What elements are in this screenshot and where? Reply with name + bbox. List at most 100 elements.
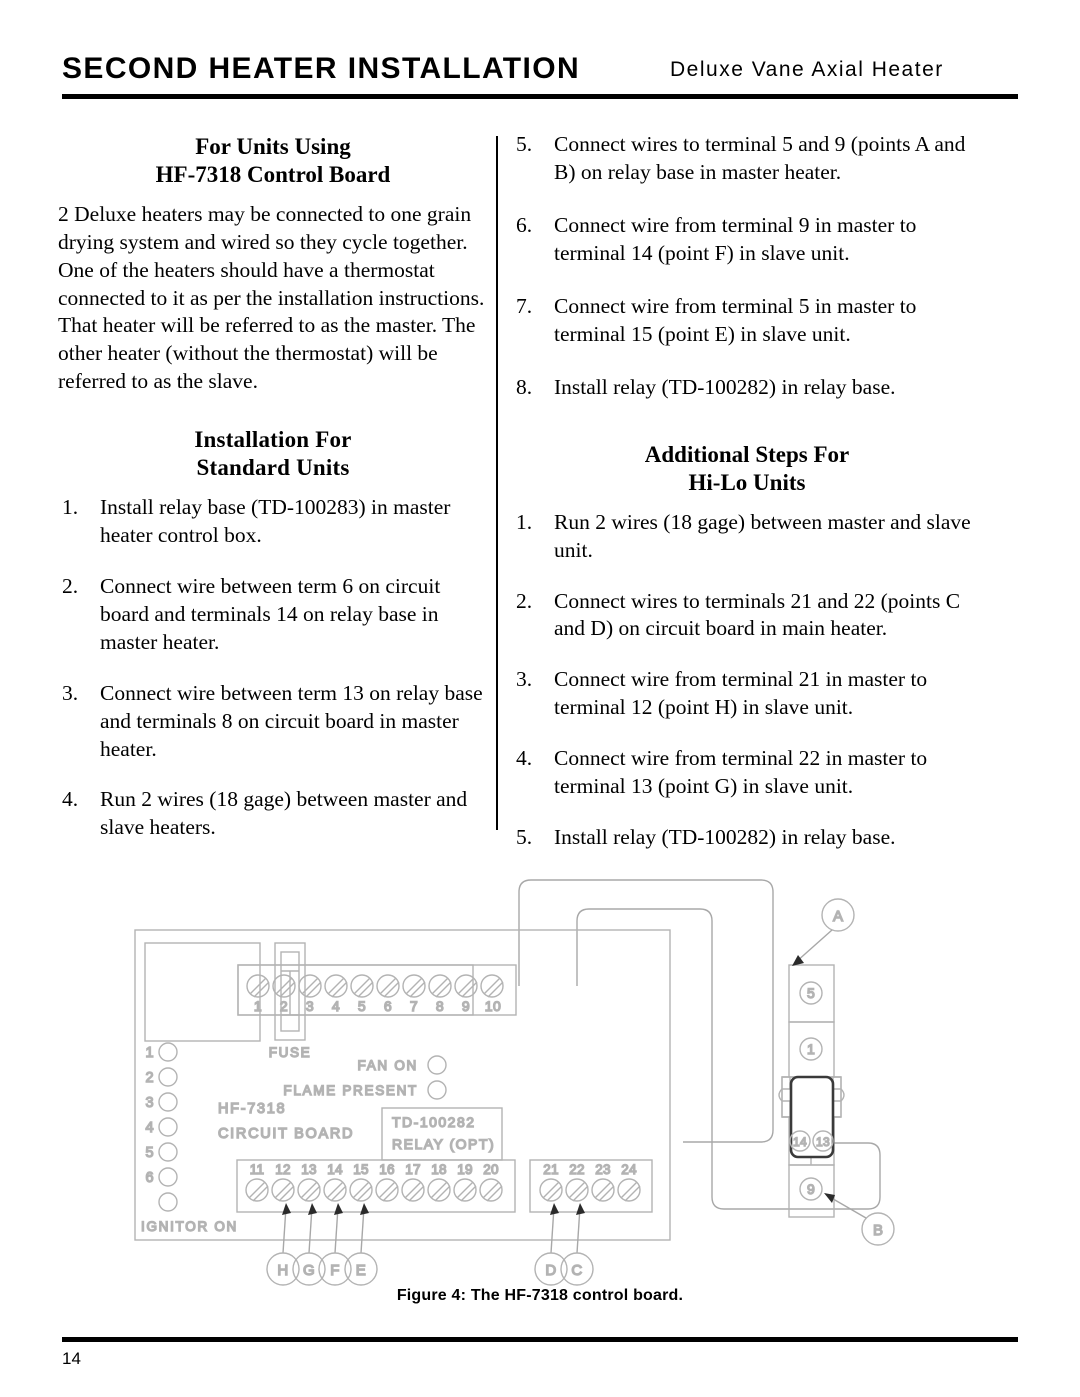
section-heading-additional-steps-hi-lo: Additional Steps For Hi-Lo Units	[512, 441, 982, 497]
callout-bubble-group-dc	[534, 1252, 594, 1286]
page-header: SECOND HEATER INSTALLATION Deluxe Vane A…	[62, 52, 1018, 100]
terminal-screw	[271, 1178, 295, 1202]
terminal-screw	[454, 974, 478, 998]
list-item: 3. Connect wire from terminal 21 in mast…	[512, 666, 982, 722]
page-number: 14	[62, 1349, 81, 1368]
terminal-number: 15	[353, 1162, 369, 1177]
step-text: Connect wire from terminal 5 in master t…	[554, 293, 917, 346]
terminal-screw	[617, 1178, 641, 1202]
terminal-number: 7	[410, 998, 418, 1014]
callout-label: A	[833, 908, 843, 925]
list-item: 5. Install relay (TD-100282) in relay ba…	[512, 824, 982, 852]
flame-present-label: FLAME PRESENT	[283, 1083, 418, 1098]
relay-terminal-number: 14	[793, 1135, 807, 1149]
terminal-number: 19	[457, 1162, 473, 1177]
terminal-number: 21	[543, 1162, 559, 1177]
fan-on-led	[427, 1055, 447, 1075]
heading-line-2: HF-7318 Control Board	[155, 162, 391, 188]
callout-label: C	[571, 1262, 582, 1279]
terminal-number: 3	[306, 998, 314, 1014]
callout-leader-a	[795, 929, 833, 963]
terminal-screw	[375, 1178, 399, 1202]
terminal-number: 18	[431, 1162, 447, 1177]
list-item: 1. Run 2 wires (18 gage) between master …	[512, 509, 982, 565]
list-item: 5. Connect wires to terminal 5 and 9 (po…	[512, 131, 982, 187]
terminal-number: 12	[275, 1162, 291, 1177]
ignitor-on-led	[158, 1192, 178, 1212]
step-text: Install relay (TD-100282) in relay base.	[554, 825, 896, 850]
step-text: Connect wire from terminal 9 in master t…	[554, 212, 917, 265]
terminal-number: 6	[384, 998, 392, 1014]
terminal-number: 9	[462, 998, 470, 1014]
hi-lo-units-step-list: 1. Run 2 wires (18 gage) between master …	[512, 509, 982, 852]
control-board-diagram: FUSE 1 2 3 4 5 6 IGNITOR ON HF-7318 CIRC…	[134, 879, 895, 1286]
terminal-number: 16	[379, 1162, 395, 1177]
terminal-number: 1	[254, 998, 262, 1014]
step-text: Connect wires to terminals 21 and 22 (po…	[554, 588, 961, 641]
heading-line-1: Additional Steps For	[644, 441, 850, 467]
step-number: 3.	[62, 680, 79, 705]
wire-terminal6-to-relay14	[518, 879, 774, 1143]
led-number: 4	[145, 1120, 154, 1136]
callout-label: H	[277, 1262, 288, 1279]
step-text: Run 2 wires (18 gage) between master and…	[100, 787, 468, 840]
step-text: Connect wire between term 6 on circuit b…	[100, 573, 441, 654]
list-item: 2. Connect wires to terminals 21 and 22 …	[512, 588, 982, 644]
callout-leaders-bottom-right	[550, 1206, 581, 1254]
led-number: 3	[145, 1095, 154, 1111]
step-text: Connect wires to terminal 5 and 9 (point…	[554, 132, 966, 184]
callout-leaders-bottom-left	[282, 1206, 365, 1254]
terminal-number: 24	[621, 1162, 637, 1177]
relay-box-line-1: TD-100282	[392, 1114, 476, 1130]
relay-terminal-number: 13	[816, 1135, 830, 1149]
list-item: 8. Install relay (TD-100282) in relay ba…	[512, 374, 982, 402]
right-column: 5. Connect wires to terminal 5 and 9 (po…	[512, 131, 982, 875]
step-number: 1.	[62, 494, 79, 519]
step-number: 4.	[516, 746, 533, 771]
list-item: 4. Run 2 wires (18 gage) between master …	[58, 786, 488, 842]
relay-terminal-number: 9	[807, 1181, 815, 1197]
step-number: 2.	[62, 573, 79, 598]
product-subtitle: Deluxe Vane Axial Heater	[670, 58, 944, 81]
component-block	[144, 942, 261, 1042]
left-column: For Units Using HF-7318 Control Board 2 …	[58, 133, 488, 865]
step-number: 7.	[516, 293, 533, 318]
list-item: 6. Connect wire from terminal 9 in maste…	[512, 212, 982, 268]
terminal-number: 23	[595, 1162, 611, 1177]
terminal-screw	[376, 974, 400, 998]
terminal-screw	[565, 1178, 589, 1202]
footer-divider-rule	[62, 1337, 1018, 1342]
terminal-screw	[479, 1178, 503, 1202]
intro-paragraph: 2 Deluxe heaters may be connected to one…	[58, 202, 485, 394]
terminal-screw	[539, 1178, 563, 1202]
terminal-number: 5	[358, 998, 366, 1014]
fuse-label: FUSE	[269, 1045, 311, 1060]
terminal-number: 8	[436, 998, 444, 1014]
page-title: SECOND HEATER INSTALLATION	[62, 52, 581, 85]
terminal-screw	[480, 974, 504, 998]
fan-on-label: FAN ON	[358, 1058, 418, 1073]
terminal-screw	[591, 1178, 615, 1202]
terminal-screw	[401, 1178, 425, 1202]
callout-arrowheads-bottom-right	[550, 1203, 585, 1215]
led-indicator-group	[158, 1042, 178, 1212]
callout-arrowheads-bottom-left	[282, 1203, 369, 1215]
step-number: 5.	[516, 825, 533, 850]
step-number: 8.	[516, 374, 533, 399]
list-item: 2. Connect wire between term 6 on circui…	[58, 573, 488, 657]
terminal-number: 10	[485, 998, 502, 1014]
callout-label: D	[545, 1262, 556, 1279]
terminal-screw	[245, 1178, 269, 1202]
terminal-screw	[246, 974, 270, 998]
step-number: 5.	[516, 132, 533, 156]
callout-label: F	[330, 1262, 340, 1279]
terminal-number: 13	[301, 1162, 317, 1177]
step-number: 6.	[516, 212, 533, 237]
step-number: 2.	[516, 588, 533, 613]
figure-hf7318-control-board: FUSE 1 2 3 4 5 6 IGNITOR ON HF-7318 CIRC…	[0, 855, 1080, 1305]
step-text: Run 2 wires (18 gage) between master and…	[554, 509, 971, 562]
board-label-line-1: HF-7318	[218, 1101, 286, 1117]
led-number: 1	[145, 1045, 154, 1061]
figure-caption: Figure 4: The HF-7318 control board.	[396, 1287, 684, 1304]
terminal-number: 4	[332, 998, 340, 1014]
